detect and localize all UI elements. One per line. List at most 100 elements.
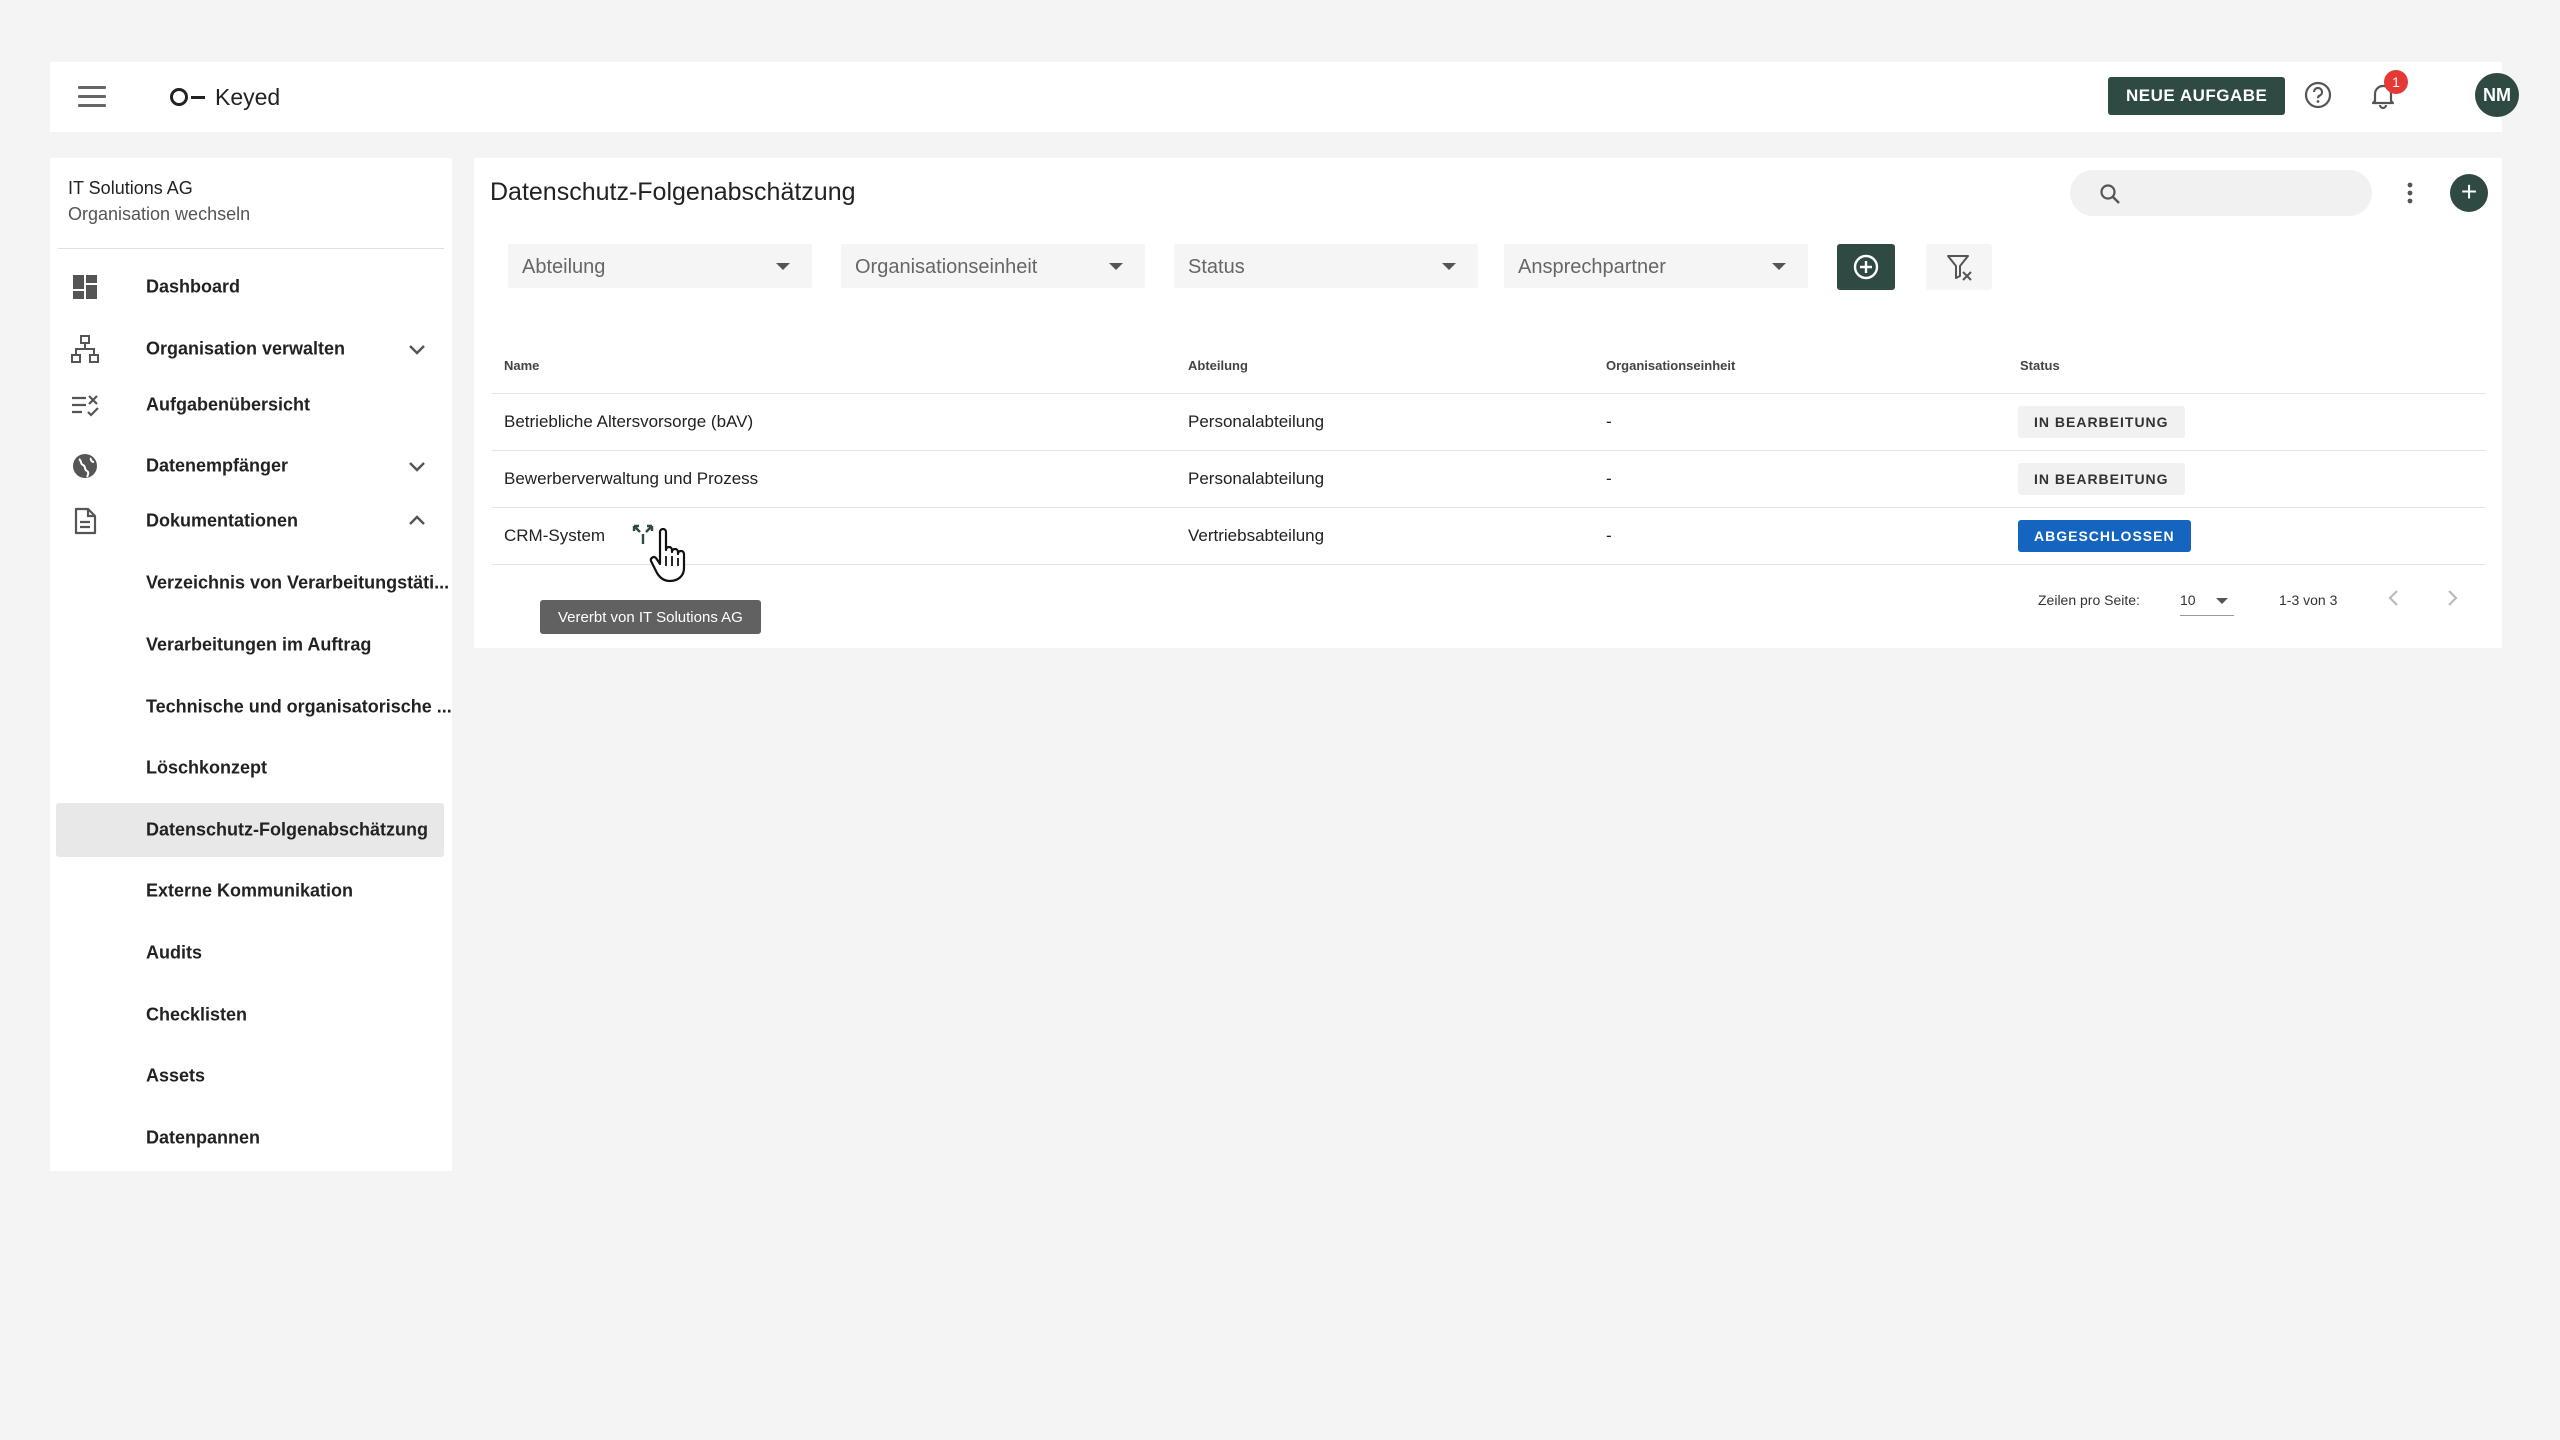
switch-organisation-link[interactable]: Organisation wechseln [68, 204, 250, 225]
rows-per-page-value: 10 [2180, 592, 2196, 608]
sidebar-item-task-overview[interactable]: Aufgabenübersicht [56, 378, 444, 432]
sidebar-item-label: Technische und organisatorische ... [146, 696, 452, 717]
sidebar-subitem-dpia[interactable]: Datenschutz-Folgenabschätzung [56, 803, 444, 857]
sidebar-item-label: Assets [146, 1065, 206, 1086]
dropdown-arrow-icon [1109, 263, 1123, 270]
sidebar-subitem-audits[interactable]: Audits [56, 926, 444, 980]
sidebar-item-label: Dokumentationen [146, 510, 299, 531]
organisation-name: IT Solutions AG [68, 178, 193, 198]
column-header-department[interactable]: Abteilung [1188, 358, 1248, 373]
sidebar-item-label: Datenschutz-Folgenabschätzung [146, 819, 429, 840]
clear-filters-button[interactable] [1926, 244, 1992, 290]
sidebar-subitem-deletion-concept[interactable]: Löschkonzept [56, 741, 444, 795]
cell-org-unit: - [1606, 412, 1612, 431]
filter-org-unit[interactable]: Organisationseinheit [841, 244, 1145, 288]
help-icon[interactable] [2303, 80, 2333, 110]
sidebar-item-label: Externe Kommunikation [146, 880, 354, 901]
cell-name: Betriebliche Altersvorsorge (bAV) [504, 412, 754, 431]
cell-org-unit: - [1606, 469, 1612, 488]
filter-label: Status [1188, 256, 1245, 278]
main-content-card: Datenschutz-Folgenabschätzung + Abteilun… [474, 158, 2502, 648]
cell-department: Personalabteilung [1188, 469, 1325, 488]
plus-icon: + [2460, 176, 2478, 207]
sidebar-item-label: Löschkonzept [146, 757, 268, 778]
filter-clear-icon [1947, 255, 1972, 281]
sidebar-item-organisation[interactable]: Organisation verwalten [56, 322, 444, 376]
sidebar-item-label: Checklisten [146, 1004, 248, 1025]
sidebar-subitem-processing-directory[interactable]: Verzeichnis von Verarbeitungstäti... [56, 556, 449, 610]
app-name: Keyed [215, 83, 281, 110]
key-logo-icon [170, 88, 205, 106]
search-icon [2100, 184, 2120, 204]
cell-department: Personalabteilung [1188, 412, 1325, 431]
more-vert-icon[interactable] [2404, 178, 2416, 208]
search-field[interactable] [2070, 170, 2372, 216]
sidebar-item-label: Verarbeitungen im Auftrag [146, 634, 372, 655]
chevron-down-icon[interactable] [406, 338, 428, 360]
add-filter-button[interactable] [1837, 244, 1895, 290]
previous-page-icon[interactable] [2384, 586, 2404, 610]
sidebar-subitem-checklists[interactable]: Checklisten [56, 988, 444, 1042]
dashboard-icon [73, 275, 97, 299]
filter-label: Ansprechpartner [1518, 256, 1666, 278]
document-icon [74, 507, 97, 535]
status-badge: IN BEARBEITUNG [2018, 463, 2185, 495]
filter-label: Abteilung [522, 256, 606, 278]
status-badge: ABGESCHLOSSEN [2018, 520, 2191, 552]
globe-icon [73, 454, 97, 478]
hand-pointer-cursor-icon [649, 528, 686, 583]
filter-department[interactable]: Abteilung [508, 244, 812, 288]
sidebar-subitem-external-communication[interactable]: Externe Kommunikation [56, 864, 444, 918]
divider [58, 248, 444, 249]
status-badge: IN BEARBEITUNG [2018, 406, 2185, 438]
sidebar-subitem-tom[interactable]: Technische und organisatorische ... [56, 680, 452, 734]
table-row[interactable]: Bewerberverwaltung und Prozess Personala… [492, 451, 2486, 508]
rows-per-page-select[interactable]: 10 [2180, 584, 2234, 616]
filter-contact-person[interactable]: Ansprechpartner [1504, 244, 1808, 288]
notification-count-badge: 1 [2384, 70, 2408, 94]
sidebar-item-label: Verzeichnis von Verarbeitungstäti... [146, 572, 450, 593]
sidebar-item-label: Organisation verwalten [146, 338, 346, 359]
table-row[interactable]: CRM-System Vertriebsabteilung - ABGESCHL… [492, 508, 2486, 583]
sidebar-item-label: Dashboard [146, 276, 241, 297]
sidebar: IT Solutions AG Organisation wechseln Da… [50, 158, 452, 1171]
app-logo[interactable]: Keyed [170, 82, 280, 112]
sidebar-subitem-assets[interactable]: Assets [56, 1049, 444, 1103]
sidebar-item-documentation[interactable]: Dokumentationen [56, 494, 444, 548]
cell-org-unit: - [1606, 526, 1612, 545]
dropdown-arrow-icon [776, 263, 790, 270]
cell-name: Bewerberverwaltung und Prozess [504, 469, 759, 488]
sidebar-item-label: Datenempfänger [146, 455, 289, 476]
user-avatar[interactable]: NM [2475, 73, 2519, 117]
table-row[interactable]: Betriebliche Altersvorsorge (bAV) Person… [492, 394, 2486, 451]
add-circle-icon [1853, 254, 1879, 280]
add-entry-button[interactable]: + [2450, 174, 2488, 212]
column-header-status[interactable]: Status [2020, 358, 2060, 373]
filter-status[interactable]: Status [1174, 244, 1478, 288]
sidebar-item-dashboard[interactable]: Dashboard [56, 260, 444, 314]
sidebar-item-label: Datenpannen [146, 1127, 261, 1148]
chevron-up-icon[interactable] [406, 510, 428, 532]
filter-label: Organisationseinheit [855, 256, 1038, 278]
rows-per-page-label: Zeilen pro Seite: [2038, 592, 2140, 608]
org-tree-icon [71, 335, 99, 363]
inherited-tooltip: Vererbt von IT Solutions AG [540, 600, 761, 634]
sidebar-item-label: Aufgabenübersicht [146, 394, 311, 415]
chevron-down-icon[interactable] [406, 455, 428, 477]
hamburger-menu-icon[interactable] [78, 86, 106, 108]
dropdown-arrow-icon [1442, 263, 1456, 270]
sidebar-subitem-processing-on-behalf[interactable]: Verarbeitungen im Auftrag [56, 618, 444, 672]
sidebar-subitem-data-breaches[interactable]: Datenpannen [56, 1111, 444, 1165]
task-list-icon [72, 395, 99, 417]
column-header-org-unit[interactable]: Organisationseinheit [1606, 358, 1735, 373]
page-title: Datenschutz-Folgenabschätzung [490, 178, 856, 206]
column-header-name[interactable]: Name [504, 358, 539, 373]
next-page-icon[interactable] [2442, 586, 2462, 610]
pagination-range: 1-3 von 3 [2279, 592, 2338, 608]
sidebar-item-data-recipients[interactable]: Datenempfänger [56, 439, 444, 493]
table-header-row: Name Abteilung Organisationseinheit Stat… [492, 338, 2486, 394]
cell-department: Vertriebsabteilung [1188, 526, 1325, 545]
cell-name: CRM-System [504, 526, 606, 545]
search-input[interactable] [2132, 176, 2352, 210]
new-task-button[interactable]: NEUE AUFGABE [2108, 77, 2286, 115]
